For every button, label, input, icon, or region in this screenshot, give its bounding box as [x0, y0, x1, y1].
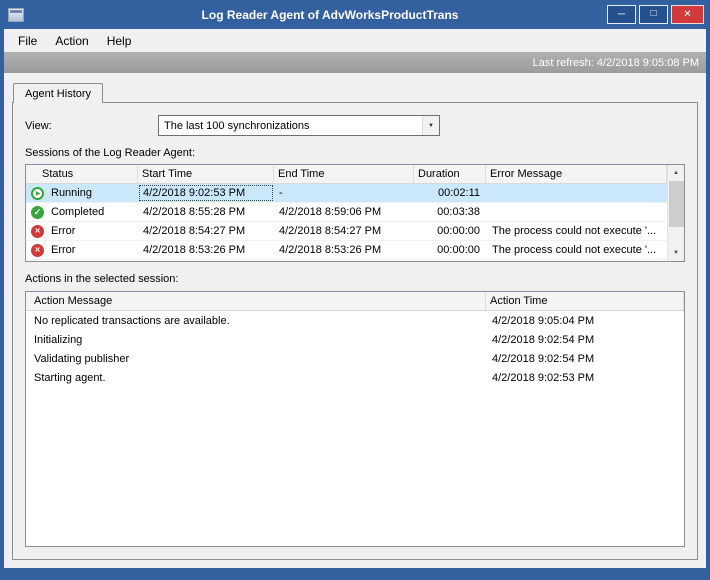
column-header-duration[interactable]: Duration: [414, 165, 486, 183]
session-status: Running: [51, 187, 92, 199]
session-end-time: -: [279, 187, 283, 199]
action-time: 4/2/2018 9:05:04 PM: [492, 314, 595, 327]
scrollbar-thumb[interactable]: [668, 181, 684, 227]
session-status: Completed: [51, 206, 105, 218]
session-error-message: The process could not execute '...: [492, 244, 657, 256]
column-header-action-time[interactable]: Action Time: [486, 292, 684, 310]
actions-grid-empty-area: [26, 387, 684, 546]
column-header-action-message[interactable]: Action Message: [26, 292, 486, 310]
tab-panel: View: The last 100 synchronizations ▼ Se…: [12, 102, 698, 560]
completed-status-icon: ✓: [31, 205, 44, 219]
session-row[interactable]: ✕ Error 4/2/2018 8:53:26 PM 4/2/2018 8:5…: [26, 241, 667, 260]
view-combobox-value: The last 100 synchronizations: [164, 119, 310, 132]
session-start-time: 4/2/2018 8:55:28 PM: [143, 206, 246, 218]
action-time: 4/2/2018 9:02:53 PM: [492, 371, 595, 384]
action-row[interactable]: Initializing 4/2/2018 9:02:54 PM: [26, 330, 684, 349]
actions-grid-header: Action Message Action Time: [26, 292, 684, 311]
minimize-button[interactable]: ─: [607, 5, 636, 24]
action-row[interactable]: Validating publisher 4/2/2018 9:02:54 PM: [26, 349, 684, 368]
column-header-error-message[interactable]: Error Message: [486, 165, 667, 183]
action-row[interactable]: No replicated transactions are available…: [26, 311, 684, 330]
session-start-time: 4/2/2018 9:02:53 PM: [138, 184, 274, 202]
scroll-down-icon[interactable]: ▼: [668, 245, 684, 261]
maximize-button[interactable]: □: [639, 5, 668, 24]
session-status: Error: [51, 225, 76, 237]
column-header-status[interactable]: Status: [26, 165, 138, 183]
session-end-time: 4/2/2018 8:54:27 PM: [279, 225, 382, 237]
action-time: 4/2/2018 9:02:54 PM: [492, 333, 595, 346]
session-start-time: 4/2/2018 8:54:27 PM: [143, 225, 246, 237]
session-row[interactable]: ✓ Completed 4/2/2018 8:55:28 PM 4/2/2018…: [26, 203, 667, 222]
menu-help[interactable]: Help: [98, 31, 141, 51]
view-combobox[interactable]: The last 100 synchronizations ▼: [158, 115, 440, 136]
tab-strip: Agent History: [4, 75, 706, 103]
session-end-time: 4/2/2018 8:53:26 PM: [279, 244, 382, 256]
session-duration: 00:00:00: [437, 244, 480, 256]
window-title: Log Reader Agent of AdvWorksProductTrans: [201, 7, 459, 22]
last-refresh-text: Last refresh: 4/2/2018 9:05:08 PM: [532, 56, 699, 69]
menubar: File Action Help: [4, 29, 706, 52]
titlebar: Log Reader Agent of AdvWorksProductTrans…: [0, 0, 710, 29]
action-time: 4/2/2018 9:02:54 PM: [492, 352, 595, 365]
column-header-start-time[interactable]: Start Time: [138, 165, 274, 183]
session-status: Error: [51, 244, 76, 256]
menu-file[interactable]: File: [9, 31, 46, 51]
caption-buttons: ─ □ ✕: [607, 5, 704, 24]
error-status-icon: ✕: [31, 224, 44, 238]
error-status-icon: ✕: [31, 243, 44, 257]
sessions-grid-header: Status Start Time End Time Duration Erro…: [26, 165, 667, 184]
view-row: View: The last 100 synchronizations ▼: [25, 115, 685, 136]
session-end-time: 4/2/2018 8:59:06 PM: [279, 206, 382, 218]
action-row[interactable]: Starting agent. 4/2/2018 9:02:53 PM: [26, 368, 684, 387]
sessions-grid: Status Start Time End Time Duration Erro…: [25, 164, 685, 262]
session-start-time: 4/2/2018 8:53:26 PM: [143, 244, 246, 256]
session-row[interactable]: ▶ Running 4/2/2018 9:02:53 PM - 00:02:11: [26, 184, 667, 203]
session-duration: 00:00:00: [437, 225, 480, 237]
session-error-message: [486, 203, 667, 221]
session-error-message: [486, 184, 667, 202]
tab-agent-history[interactable]: Agent History: [13, 83, 104, 103]
session-duration: 00:02:11: [437, 187, 480, 199]
sessions-section-label: Sessions of the Log Reader Agent:: [25, 147, 196, 159]
scroll-up-icon[interactable]: ▲: [668, 165, 684, 181]
window: Log Reader Agent of AdvWorksProductTrans…: [0, 0, 710, 580]
maximize-icon: □: [650, 8, 657, 19]
column-header-end-time[interactable]: End Time: [274, 165, 414, 183]
close-icon: ✕: [683, 8, 692, 20]
minimize-icon: ─: [617, 8, 626, 20]
action-message: No replicated transactions are available…: [34, 314, 230, 327]
dropdown-arrow-icon[interactable]: ▼: [422, 116, 439, 135]
action-message: Initializing: [34, 333, 83, 346]
vertical-scrollbar[interactable]: ▲ ▼: [667, 165, 684, 261]
session-error-message: The process could not execute '...: [492, 225, 657, 237]
menu-action[interactable]: Action: [46, 31, 97, 51]
actions-section-label: Actions in the selected session:: [25, 273, 179, 285]
status-strip: Last refresh: 4/2/2018 9:05:08 PM: [4, 52, 706, 73]
session-duration: 00:03:38: [437, 206, 480, 218]
running-status-icon: ▶: [31, 186, 44, 200]
action-message: Starting agent.: [34, 371, 106, 384]
session-row[interactable]: ✕ Error 4/2/2018 8:54:27 PM 4/2/2018 8:5…: [26, 222, 667, 241]
app-icon: [8, 7, 24, 22]
view-label: View:: [25, 119, 52, 132]
client-area: File Action Help Last refresh: 4/2/2018 …: [4, 29, 706, 568]
action-message: Validating publisher: [34, 352, 130, 365]
actions-grid: Action Message Action Time No replicated…: [25, 291, 685, 547]
close-button[interactable]: ✕: [671, 5, 704, 24]
sessions-grid-body: Status Start Time End Time Duration Erro…: [26, 165, 667, 261]
